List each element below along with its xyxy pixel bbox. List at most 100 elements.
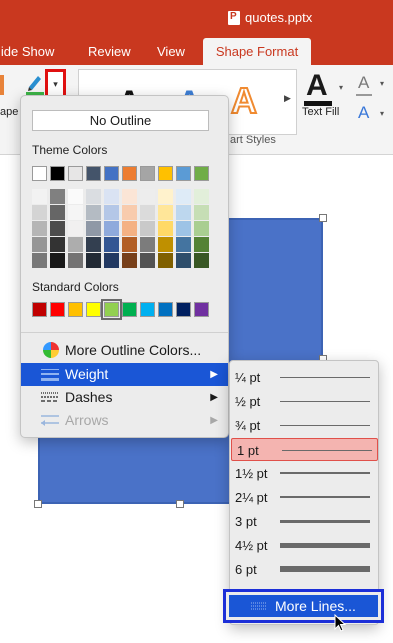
theme-color-shade[interactable] xyxy=(176,253,191,268)
standard-color-swatch[interactable] xyxy=(32,302,47,317)
tab-shape-format[interactable]: Shape Format xyxy=(203,38,311,65)
weight-option[interactable]: 1 pt xyxy=(231,438,378,461)
theme-color-swatch[interactable] xyxy=(104,166,119,181)
theme-color-shade[interactable] xyxy=(50,253,65,268)
theme-color-shade[interactable] xyxy=(122,221,137,236)
theme-color-shade[interactable] xyxy=(32,205,47,220)
theme-color-swatch[interactable] xyxy=(50,166,65,181)
theme-color-shade[interactable] xyxy=(104,189,119,204)
theme-color-shade[interactable] xyxy=(140,189,155,204)
weight-option[interactable]: 2¼ pt xyxy=(230,486,378,509)
theme-color-shade[interactable] xyxy=(122,237,137,252)
text-outline-icon[interactable]: A xyxy=(358,73,369,93)
theme-color-swatch[interactable] xyxy=(140,166,155,181)
weight-option[interactable]: ¾ pt xyxy=(230,414,378,437)
shape-fill-icon[interactable] xyxy=(0,75,4,95)
theme-color-swatch[interactable] xyxy=(32,166,47,181)
standard-color-swatch[interactable] xyxy=(176,302,191,317)
theme-color-shade[interactable] xyxy=(122,189,137,204)
more-lines-item[interactable]: More Lines... xyxy=(229,595,378,617)
text-fill-caret-icon[interactable]: ▾ xyxy=(339,83,343,92)
weight-option[interactable]: 6 pt xyxy=(230,558,378,581)
theme-color-shade[interactable] xyxy=(104,205,119,220)
resize-handle-top-right[interactable] xyxy=(319,214,327,222)
theme-color-shade[interactable] xyxy=(194,221,209,236)
theme-color-shade[interactable] xyxy=(158,205,173,220)
wordart-style-3[interactable]: A xyxy=(230,79,258,122)
theme-color-shade[interactable] xyxy=(158,237,173,252)
theme-color-swatch[interactable] xyxy=(158,166,173,181)
standard-color-swatch[interactable] xyxy=(140,302,155,317)
resize-handle-bottom[interactable] xyxy=(176,500,184,508)
standard-color-swatch[interactable] xyxy=(86,302,101,317)
no-outline-button[interactable]: No Outline xyxy=(32,110,209,131)
weight-option[interactable]: 3 pt xyxy=(230,510,378,533)
theme-color-swatch[interactable] xyxy=(122,166,137,181)
theme-color-shade[interactable] xyxy=(158,253,173,268)
theme-color-shade[interactable] xyxy=(176,237,191,252)
theme-color-swatch[interactable] xyxy=(176,166,191,181)
theme-color-shade[interactable] xyxy=(50,205,65,220)
theme-color-shade[interactable] xyxy=(158,189,173,204)
theme-color-shade[interactable] xyxy=(32,237,47,252)
arrows-item[interactable]: Arrows ▶ xyxy=(21,409,228,432)
theme-color-shade[interactable] xyxy=(86,253,101,268)
tab-slide-show[interactable]: lide Show xyxy=(0,44,54,59)
theme-color-shade[interactable] xyxy=(32,221,47,236)
theme-color-shade[interactable] xyxy=(104,221,119,236)
shape-outline-pen-icon[interactable] xyxy=(26,73,44,95)
theme-color-shade[interactable] xyxy=(140,205,155,220)
theme-color-shade[interactable] xyxy=(194,253,209,268)
theme-color-shade[interactable] xyxy=(86,205,101,220)
weight-option[interactable]: ¼ pt xyxy=(230,366,378,389)
text-fill-icon[interactable]: A xyxy=(306,69,328,103)
standard-color-swatch[interactable] xyxy=(194,302,209,317)
theme-color-shade[interactable] xyxy=(68,189,83,204)
more-outline-colors-item[interactable]: More Outline Colors... xyxy=(21,339,228,362)
standard-color-swatch[interactable] xyxy=(50,302,65,317)
gallery-next-arrow-icon[interactable]: ▶ xyxy=(284,93,291,104)
theme-color-shade[interactable] xyxy=(68,253,83,268)
theme-color-shade[interactable] xyxy=(86,189,101,204)
standard-color-swatch[interactable] xyxy=(158,302,173,317)
theme-color-shade[interactable] xyxy=(140,221,155,236)
theme-color-shade[interactable] xyxy=(140,237,155,252)
theme-color-shade[interactable] xyxy=(176,221,191,236)
dashes-item[interactable]: Dashes ▶ xyxy=(21,386,228,409)
theme-color-shade[interactable] xyxy=(122,253,137,268)
weight-option[interactable]: 4½ pt xyxy=(230,534,378,557)
theme-color-shade[interactable] xyxy=(68,221,83,236)
theme-color-shade[interactable] xyxy=(86,221,101,236)
weight-option[interactable]: 1½ pt xyxy=(230,462,378,485)
theme-color-shade[interactable] xyxy=(158,221,173,236)
theme-color-shade[interactable] xyxy=(122,205,137,220)
theme-color-shade[interactable] xyxy=(86,237,101,252)
text-effects-icon[interactable]: A xyxy=(358,103,369,123)
theme-color-shade[interactable] xyxy=(68,237,83,252)
standard-color-swatch[interactable] xyxy=(68,302,83,317)
theme-color-swatch[interactable] xyxy=(68,166,83,181)
standard-color-swatch[interactable] xyxy=(122,302,137,317)
tab-review[interactable]: Review xyxy=(88,44,131,59)
text-effects-caret-icon[interactable]: ▾ xyxy=(380,109,384,118)
weight-option[interactable]: ½ pt xyxy=(230,390,378,413)
theme-color-shade[interactable] xyxy=(50,221,65,236)
weight-item[interactable]: Weight ▶ xyxy=(21,363,228,386)
tab-view[interactable]: View xyxy=(157,44,185,59)
theme-color-shade[interactable] xyxy=(176,189,191,204)
theme-color-shade[interactable] xyxy=(32,189,47,204)
theme-color-shade[interactable] xyxy=(104,253,119,268)
theme-color-shade[interactable] xyxy=(32,253,47,268)
theme-color-shade[interactable] xyxy=(194,189,209,204)
theme-color-shade[interactable] xyxy=(50,189,65,204)
resize-handle-bottom-left[interactable] xyxy=(34,500,42,508)
theme-color-shade[interactable] xyxy=(194,237,209,252)
theme-color-shade[interactable] xyxy=(104,237,119,252)
theme-color-shade[interactable] xyxy=(68,205,83,220)
theme-color-swatch[interactable] xyxy=(194,166,209,181)
text-outline-caret-icon[interactable]: ▾ xyxy=(380,79,384,88)
theme-color-shade[interactable] xyxy=(140,253,155,268)
theme-color-shade[interactable] xyxy=(176,205,191,220)
theme-color-shade[interactable] xyxy=(194,205,209,220)
theme-color-swatch[interactable] xyxy=(86,166,101,181)
